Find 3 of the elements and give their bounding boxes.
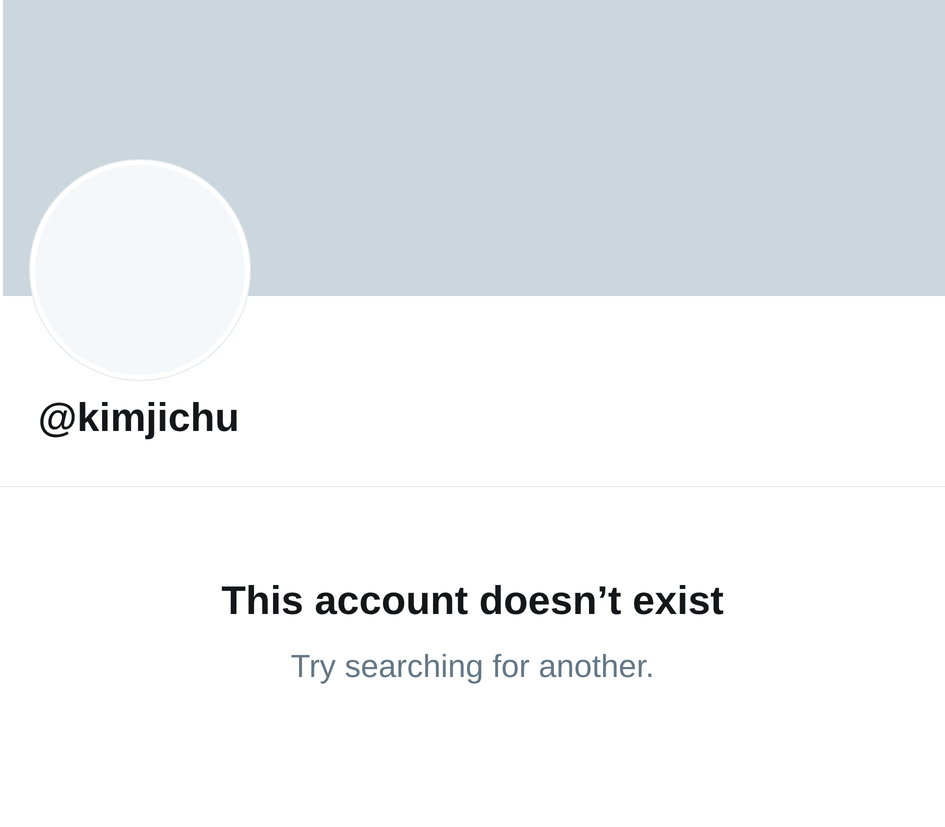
empty-state-title: This account doesn’t exist: [221, 579, 724, 624]
profile-handle: @kimjichu: [38, 396, 240, 441]
empty-state-message: Try searching for another.: [290, 648, 654, 685]
